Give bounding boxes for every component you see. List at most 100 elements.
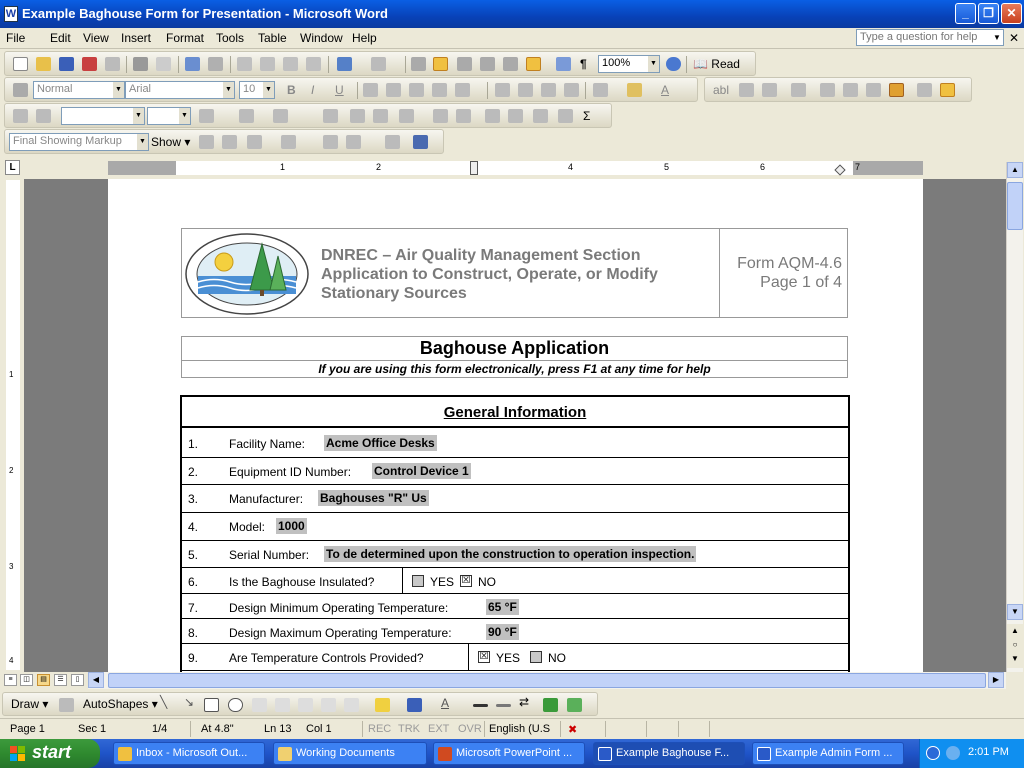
sort-ascending-icon[interactable] [533, 109, 548, 123]
markup-view-select[interactable]: Final Showing Markup ▼ [9, 133, 149, 151]
draw-menu-button[interactable]: Draw ▾ [11, 697, 48, 711]
outside-border-icon[interactable] [239, 109, 254, 123]
right-indent-marker[interactable] [834, 164, 846, 176]
show-hide-icon[interactable]: ¶ [580, 57, 587, 71]
accept-change-icon[interactable] [247, 135, 262, 149]
document-page[interactable]: DNREC – Air Quality Management Section A… [108, 179, 923, 672]
chevron-down-icon[interactable]: ▼ [648, 56, 659, 72]
arrow-icon[interactable]: ↘ [184, 695, 194, 709]
horizontal-ruler[interactable]: 1 2 3 4 5 6 7 [108, 161, 923, 176]
status-rec[interactable]: REC [368, 723, 391, 735]
select-objects-icon[interactable] [59, 698, 74, 712]
fill-color-icon[interactable] [375, 698, 390, 712]
text-box-icon[interactable] [252, 698, 267, 712]
previous-change-icon[interactable] [199, 135, 214, 149]
scroll-left-icon[interactable]: ◀ [88, 672, 104, 688]
save-icon[interactable] [59, 57, 74, 71]
3d-style-icon[interactable] [567, 698, 582, 712]
horizontal-scrollbar[interactable]: ◀ ▶ [88, 672, 1006, 689]
chevron-down-icon[interactable]: ▼ [223, 82, 234, 98]
track-changes-icon[interactable] [346, 135, 361, 149]
print-preview-icon[interactable] [156, 57, 171, 71]
diagram-icon[interactable] [298, 698, 313, 712]
next-change-icon[interactable] [222, 135, 237, 149]
eraser-icon[interactable] [36, 109, 51, 123]
help-search-input[interactable]: Type a question for help ▼ [856, 29, 1004, 46]
draw-font-color-icon[interactable]: A [441, 696, 449, 710]
picture-icon[interactable] [344, 698, 359, 712]
line-color-icon[interactable] [407, 698, 422, 712]
line-spacing-icon[interactable] [455, 83, 470, 97]
reading-pane-icon[interactable] [413, 135, 428, 149]
italic-icon[interactable]: I [311, 83, 314, 97]
format-painter-icon[interactable] [306, 57, 321, 71]
status-ext[interactable]: EXT [428, 723, 449, 735]
minimize-button[interactable]: _ [955, 3, 976, 24]
status-ovr[interactable]: OVR [458, 723, 482, 735]
autosum-icon[interactable]: Σ [583, 109, 590, 123]
temp-controls-no-checkbox[interactable] [530, 651, 542, 663]
style-select[interactable]: Normal ▼ [33, 81, 125, 99]
start-button[interactable]: start [0, 739, 100, 768]
draw-table-pencil-icon[interactable] [13, 109, 28, 123]
form-field-shading-icon[interactable] [889, 83, 904, 97]
border-icon[interactable] [593, 83, 608, 97]
columns-icon[interactable] [503, 57, 518, 71]
merge-cells-icon[interactable] [350, 109, 365, 123]
underline-icon[interactable]: U [335, 83, 344, 97]
sort-descending-icon[interactable] [558, 109, 573, 123]
outline-view-icon[interactable]: ☰ [54, 674, 67, 686]
undo-icon[interactable] [337, 57, 352, 71]
hyperlink-icon[interactable] [411, 57, 426, 71]
taskbar-admin-form[interactable]: Example Admin Form ... [752, 742, 904, 765]
scroll-up-icon[interactable]: ▲ [1007, 162, 1023, 178]
manufacturer-field[interactable]: Baghouses "R" Us [318, 490, 429, 506]
permission-icon[interactable] [82, 57, 97, 71]
reject-change-icon[interactable] [281, 135, 296, 149]
menu-view[interactable]: View [83, 31, 109, 45]
field-options-icon[interactable] [791, 83, 806, 97]
shading-color-icon[interactable] [273, 109, 288, 123]
split-cells-icon[interactable] [373, 109, 388, 123]
normal-view-icon[interactable]: ≡ [4, 674, 17, 686]
chevron-down-icon[interactable]: ▼ [263, 82, 274, 98]
styles-icon[interactable] [13, 83, 28, 97]
decrease-indent-icon[interactable] [541, 83, 556, 97]
chevron-down-icon[interactable]: ▼ [137, 134, 148, 150]
model-field[interactable]: 1000 [276, 518, 307, 534]
tables-borders-icon[interactable] [433, 57, 448, 71]
copy-icon[interactable] [260, 57, 275, 71]
next-page-icon[interactable]: ▼ [1007, 652, 1023, 668]
email-icon[interactable] [105, 57, 120, 71]
document-map-icon[interactable] [556, 57, 571, 71]
dropdown-field-icon[interactable] [762, 83, 777, 97]
font-color-icon[interactable]: A [661, 83, 669, 97]
font-size-select[interactable]: 10 ▼ [239, 81, 275, 99]
vertical-ruler[interactable]: 1 2 3 4 [6, 180, 20, 670]
temp-controls-yes-checkbox[interactable]: ☒ [478, 651, 490, 663]
rectangle-icon[interactable] [204, 698, 219, 712]
chevron-down-icon[interactable]: ▼ [991, 30, 1003, 45]
insert-excel-icon[interactable] [480, 57, 495, 71]
status-trk[interactable]: TRK [398, 723, 420, 735]
autoshapes-button[interactable]: AutoShapes ▾ [83, 697, 158, 711]
bullets-icon[interactable] [518, 83, 533, 97]
chevron-down-icon[interactable]: ▼ [113, 82, 124, 98]
menu-help[interactable]: Help [352, 31, 377, 45]
paste-icon[interactable] [283, 57, 298, 71]
reading-layout-icon[interactable]: ▯ [71, 674, 84, 686]
border-color-icon[interactable] [199, 109, 214, 123]
horizontal-scroll-thumb[interactable] [108, 673, 986, 688]
text-field-icon[interactable]: abl [713, 83, 729, 97]
read-button[interactable]: 📖 Read [693, 57, 740, 71]
vertical-scrollbar[interactable]: ▲ ▼ ▲ ○ ▼ [1006, 162, 1023, 672]
line-style-icon[interactable] [473, 704, 488, 707]
menu-tools[interactable]: Tools [216, 31, 244, 45]
autoformat-icon[interactable] [485, 109, 500, 123]
scroll-down-icon[interactable]: ▼ [1007, 604, 1023, 620]
insulated-yes-checkbox[interactable] [412, 575, 424, 587]
arrow-style-icon[interactable]: ⇄ [519, 695, 529, 709]
show-button[interactable]: Show ▾ [151, 135, 190, 149]
web-layout-icon[interactable]: ◫ [20, 674, 33, 686]
line-style-select[interactable]: ▼ [61, 107, 145, 125]
